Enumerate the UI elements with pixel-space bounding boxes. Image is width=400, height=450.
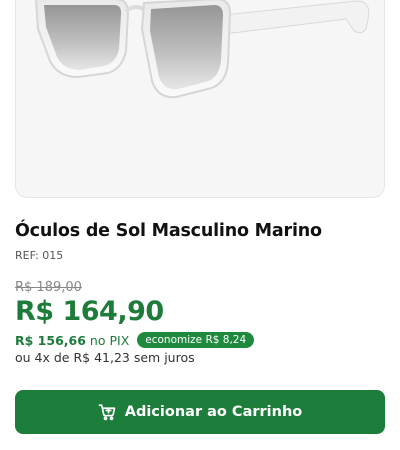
product-page: Óculos de Sol Masculino Marino REF: 015 …: [0, 0, 400, 450]
product-image-card[interactable]: [15, 0, 385, 198]
pix-label: no PIX: [89, 332, 130, 348]
sunglasses-image: [35, 0, 370, 99]
add-to-cart-label: Adicionar ao Carrinho: [124, 404, 303, 420]
cart-icon: [98, 403, 116, 421]
current-price: R$ 164,90: [15, 296, 164, 327]
product-title: Óculos de Sol Masculino Marino: [15, 221, 322, 241]
product-ref: REF: 015: [15, 249, 64, 262]
savings-badge: economize R$ 8,24: [137, 332, 255, 348]
old-price: R$ 189,00: [15, 280, 82, 295]
pix-price-row: R$ 156,66 no PIX economize R$ 8,24: [15, 332, 255, 348]
add-to-cart-button[interactable]: Adicionar ao Carrinho: [15, 390, 385, 434]
installments-text: ou 4x de R$ 41,23 sem juros: [15, 350, 195, 365]
pix-price: R$ 156,66: [15, 332, 86, 348]
